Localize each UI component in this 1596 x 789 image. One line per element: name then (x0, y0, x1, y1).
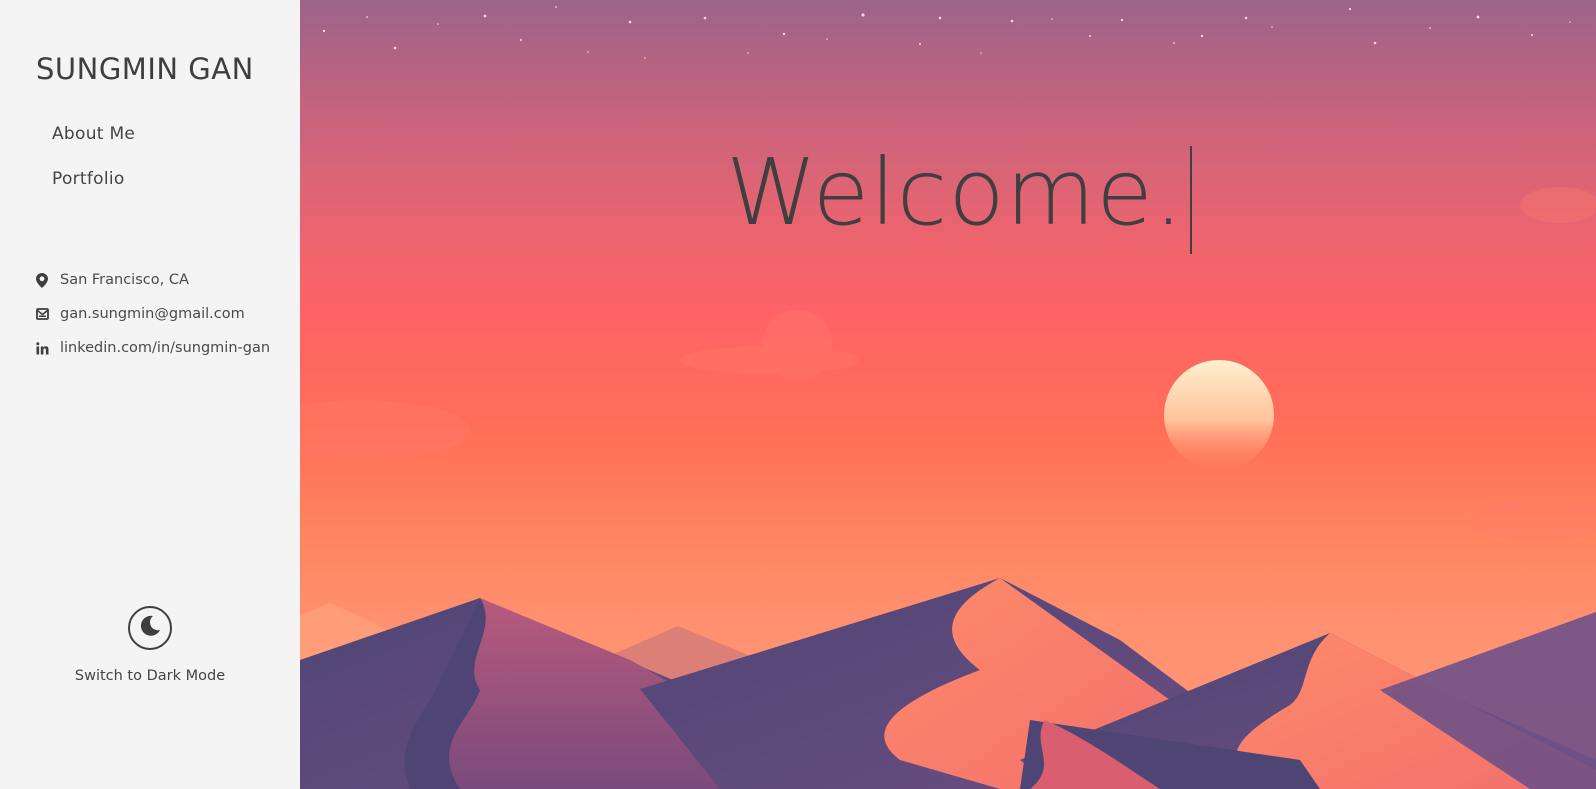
dark-mode-toggle: Switch to Dark Mode (0, 606, 300, 684)
dark-mode-button[interactable] (128, 606, 172, 650)
location-text: San Francisco, CA (60, 272, 189, 288)
sun (1164, 360, 1274, 470)
page: SUNGMIN GAN About Me Portfolio San Franc… (0, 0, 1596, 789)
hero: Welcome. (300, 0, 1596, 789)
email-link[interactable]: gan.sungmin@gmail.com (60, 306, 245, 322)
dark-mode-label[interactable]: Switch to Dark Mode (0, 668, 300, 684)
contact-list: San Francisco, CA gan.sungmin@gmail.com (34, 263, 270, 365)
nav-item-portfolio[interactable]: Portfolio (52, 168, 135, 213)
welcome-text: Welcome. (726, 139, 1185, 246)
mail-icon (34, 306, 50, 322)
contact-linkedin: linkedin.com/in/sungmin-gan (34, 331, 270, 365)
contact-location: San Francisco, CA (34, 263, 270, 297)
sidebar: SUNGMIN GAN About Me Portfolio San Franc… (0, 0, 300, 789)
linkedin-icon (34, 340, 50, 356)
desert-landscape-illustration (300, 6, 1596, 789)
welcome-heading: Welcome. (726, 139, 1193, 254)
site-title[interactable]: SUNGMIN GAN (36, 52, 254, 86)
contact-email: gan.sungmin@gmail.com (34, 297, 270, 331)
text-caret (1190, 146, 1193, 254)
main-nav: About Me Portfolio (52, 123, 135, 213)
nav-item-about-me[interactable]: About Me (52, 123, 135, 168)
moon-icon (137, 613, 163, 643)
linkedin-link[interactable]: linkedin.com/in/sungmin-gan (60, 340, 270, 356)
stars (322, 6, 1571, 59)
location-pin-icon (34, 272, 50, 288)
